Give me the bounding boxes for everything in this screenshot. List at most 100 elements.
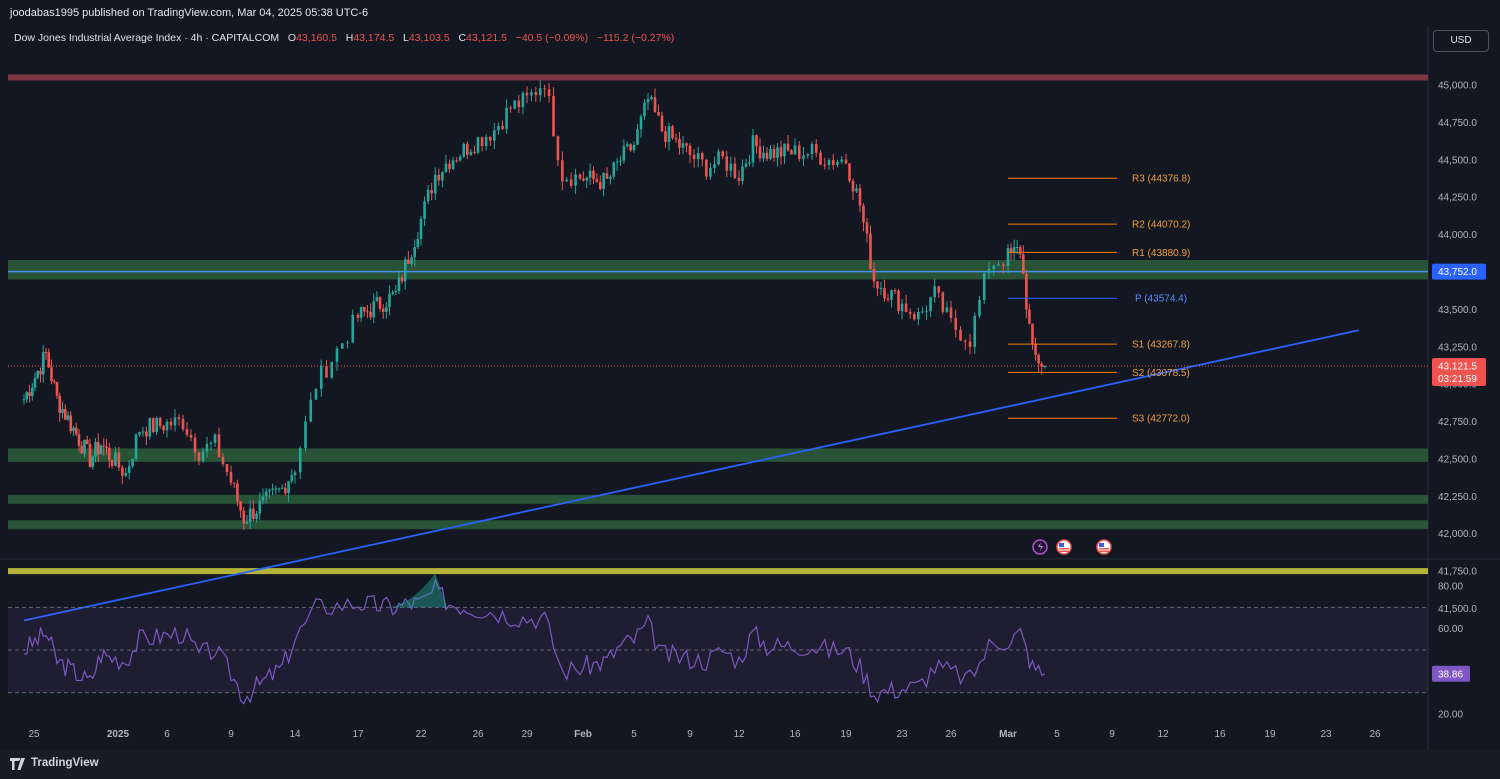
candle-body (937, 286, 941, 293)
rsi-tick-label: 80.00 (1438, 582, 1463, 593)
candle-body (110, 459, 114, 466)
candle-body (85, 439, 89, 445)
candle-body (574, 174, 577, 186)
candle-body (1012, 247, 1016, 253)
candle-body (497, 126, 500, 131)
candle-body (632, 144, 636, 151)
change-value: −40.5 (−0.09%) (515, 32, 589, 44)
candle-body (561, 160, 564, 182)
candle-body (22, 399, 26, 401)
candle-body (552, 96, 555, 137)
candle-body (41, 351, 45, 375)
candle-body (534, 92, 538, 96)
candle-body (709, 168, 712, 177)
candle-body (242, 510, 246, 524)
candle-body (451, 160, 455, 169)
candle-body (769, 149, 772, 159)
chart-area[interactable]: R3 (44376.8) R2 (44070.2) R1 (43880.9) P (4… (0, 26, 1500, 750)
candle-body (941, 292, 945, 312)
time-tick-label: 6 (164, 729, 170, 740)
high-value: 43,174.5 (353, 32, 395, 44)
candle-body (74, 427, 78, 435)
candle-body (982, 273, 986, 301)
time-tick-label: 23 (1320, 729, 1332, 740)
candle-body (197, 452, 201, 461)
candle-body (375, 297, 379, 302)
candle-body (844, 159, 848, 164)
candle-body (543, 88, 546, 90)
open-value: 43,160.5 (296, 32, 337, 44)
candle-body (908, 312, 912, 314)
candle-body (309, 399, 313, 422)
candle-body (848, 163, 851, 181)
candle-body (50, 367, 53, 382)
main-pane (8, 52, 1428, 558)
candle-body (314, 389, 318, 400)
candle-body (437, 174, 441, 181)
candle-body (605, 173, 609, 179)
time-tick-label: 23 (896, 729, 908, 740)
price-tick-label: 42,500.0 (1438, 454, 1477, 465)
candle-body (987, 269, 991, 274)
time-tick-label: Feb (574, 729, 592, 740)
candle-body (44, 351, 48, 353)
candle-body (509, 107, 512, 109)
candle-body (201, 451, 205, 461)
candle-body (469, 151, 473, 155)
candle-body (997, 264, 1000, 266)
candle-body (897, 290, 900, 312)
price-tick-label: 42,750.0 (1438, 417, 1477, 428)
candle-body (33, 377, 37, 388)
candle-body (992, 265, 996, 270)
candle-body (83, 439, 86, 454)
candle-body (127, 466, 131, 473)
candle-body (102, 445, 106, 447)
candle-body (466, 143, 469, 155)
candle-body (933, 286, 936, 298)
candle-body (245, 521, 249, 524)
time-tick-label: 16 (1214, 729, 1226, 740)
candle-body (1031, 323, 1034, 345)
candle-body (94, 441, 97, 457)
candle-body (363, 307, 366, 312)
price-tick-label: 45,000.0 (1438, 81, 1477, 92)
candle-body (685, 143, 688, 146)
candle-body (629, 144, 632, 151)
candle-body (1034, 344, 1037, 355)
candle-body (340, 343, 344, 349)
candle-body (444, 163, 448, 172)
candle-body (592, 170, 595, 180)
candle-body (904, 303, 908, 313)
candle-body (925, 311, 928, 313)
price-tick-label: 43,250.0 (1438, 342, 1477, 353)
time-tick-label: 19 (1264, 729, 1276, 740)
candle-body (737, 177, 741, 182)
candle-body (52, 381, 56, 383)
price-tick-label: 42,000.0 (1438, 529, 1477, 540)
candle-body (274, 488, 278, 490)
candle-body (692, 154, 696, 160)
currency-selector-button[interactable]: USD (1433, 30, 1489, 52)
candle-body (625, 144, 629, 147)
chart-svg[interactable]: R3 (44376.8) R2 (44070.2) R1 (43880.9) P (4… (0, 26, 1500, 750)
candle-body (448, 163, 451, 169)
candle-body (917, 311, 920, 320)
candle-body (744, 163, 748, 167)
time-tick-label: 14 (289, 729, 301, 740)
candle-body (209, 442, 213, 444)
candle-body (284, 487, 287, 494)
time-tick-label: 26 (1369, 729, 1381, 740)
candle-body (538, 88, 542, 96)
zone-support-5 (8, 568, 1428, 575)
pivot-label-0: R3 (44376.8) (1132, 174, 1190, 185)
candle-body (69, 415, 73, 432)
candle-body (277, 488, 281, 490)
candle-body (954, 317, 958, 330)
candle-body (636, 129, 639, 145)
candle-body (173, 417, 177, 426)
candle-body (664, 131, 667, 142)
candle-body (582, 178, 585, 181)
pivot-label-4: S1 (43267.8) (1132, 340, 1190, 351)
candle-body (978, 300, 981, 316)
candle-body (189, 434, 193, 438)
